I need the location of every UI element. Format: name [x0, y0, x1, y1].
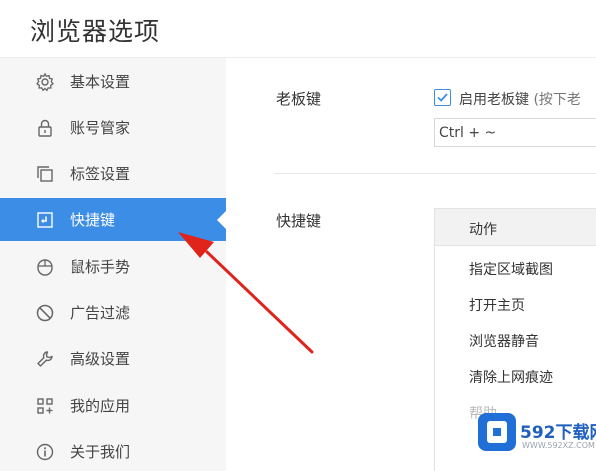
watermark-subtext: WWW.592XZ.COM [522, 441, 595, 450]
sidebar-item-label: 广告过滤 [70, 304, 131, 322]
watermark-text: 592下载网 [520, 423, 596, 443]
apps-icon [35, 396, 55, 416]
gear-icon [35, 72, 55, 92]
table-row[interactable]: 指定区域截图 [435, 252, 596, 286]
table-header: 动作 [435, 208, 596, 246]
sidebar-item-ad-filter[interactable]: 广告过滤 [0, 291, 226, 334]
watermark-logo-icon [478, 413, 516, 451]
sidebar-item-label: 基本设置 [70, 73, 131, 91]
sidebar-item-basic-settings[interactable]: 基本设置 [0, 60, 226, 103]
sidebar-item-tab-settings[interactable]: 标签设置 [0, 152, 226, 195]
wrench-icon [35, 349, 55, 369]
block-icon [35, 303, 55, 323]
boss-key-shortcut-input[interactable]: Ctrl + ~ [434, 118, 596, 147]
sidebar-item-label: 账号管家 [70, 119, 131, 137]
window-title: 浏览器选项 [30, 17, 161, 46]
boss-key-section-label: 老板键 [276, 90, 322, 108]
info-icon [35, 442, 55, 462]
sidebar-item-label: 高级设置 [70, 350, 131, 368]
boss-key-enable-label: 启用老板键 [459, 92, 529, 108]
sidebar-item-my-apps[interactable]: 我的应用 [0, 384, 226, 427]
mouse-icon [35, 257, 55, 277]
sidebar-item-label: 标签设置 [70, 165, 131, 183]
section-divider [274, 173, 596, 174]
lock-icon [35, 118, 55, 138]
sidebar-item-label: 快捷键 [70, 211, 116, 229]
sidebar-item-advanced-settings[interactable]: 高级设置 [0, 337, 226, 380]
boss-key-hint: (按下老 [533, 92, 581, 108]
shortcuts-section-label: 快捷键 [276, 212, 322, 230]
table-row[interactable]: 打开主页 [435, 288, 596, 322]
sidebar-item-label: 关于我们 [70, 443, 131, 461]
keyboard-icon [35, 210, 55, 230]
sidebar-item-account-manager[interactable]: 账号管家 [0, 106, 226, 149]
sidebar-item-shortcuts[interactable]: 快捷键 [0, 198, 226, 241]
column-header-action: 动作 [469, 222, 497, 238]
boss-key-checkbox-label: 启用老板键 (按下老 [459, 89, 581, 109]
row-action-label: 浏览器静音 [469, 334, 539, 350]
sidebar-item-label: 我的应用 [70, 397, 131, 415]
sidebar: 基本设置 账号管家 标签设置 快捷键 鼠标手势 广告过滤 高级设置 我的应用 关… [0, 58, 226, 471]
checkmark-icon [437, 93, 448, 102]
table-row[interactable]: 清除上网痕迹 [435, 360, 596, 394]
title-bar: 浏览器选项 [0, 0, 596, 58]
site-watermark: 592下载网 WWW.592XZ.COM [478, 410, 596, 460]
row-action-label: 指定区域截图 [469, 262, 553, 278]
tabs-icon [35, 164, 55, 184]
sidebar-item-about-us[interactable]: 关于我们 [0, 430, 226, 471]
table-row[interactable]: 浏览器静音 [435, 324, 596, 358]
sidebar-item-label: 鼠标手势 [70, 258, 131, 276]
row-action-label: 清除上网痕迹 [469, 370, 553, 386]
row-action-label: 打开主页 [469, 298, 525, 314]
boss-key-checkbox[interactable] [434, 89, 451, 106]
sidebar-item-mouse-gestures[interactable]: 鼠标手势 [0, 245, 226, 288]
